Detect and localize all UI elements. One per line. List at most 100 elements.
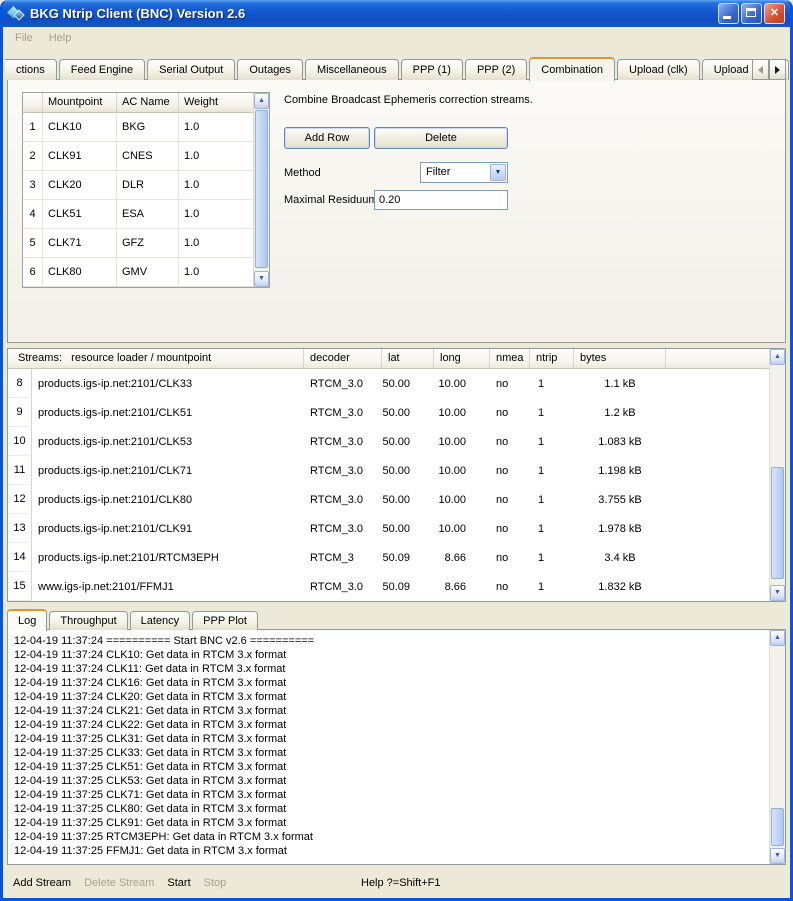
header-long[interactable]: long: [434, 349, 490, 368]
header-decoder[interactable]: decoder: [304, 349, 382, 368]
table-row[interactable]: 14products.igs-ip.net:2101/RTCM3EPHRTCM_…: [8, 543, 769, 572]
table-row[interactable]: 12products.igs-ip.net:2101/CLK80RTCM_3.0…: [8, 485, 769, 514]
tab-throughput[interactable]: Throughput: [49, 611, 127, 630]
log-text: 12-04-19 11:37:24 ========== Start BNC v…: [14, 634, 763, 861]
cell-mountpoint: products.igs-ip.net:2101/CLK91: [32, 514, 304, 543]
cell-mountpoint: products.igs-ip.net:2101/CLK51: [32, 398, 304, 427]
tab-ppp-plot[interactable]: PPP Plot: [192, 611, 258, 630]
header-ac-name[interactable]: AC Name: [117, 93, 179, 113]
row-number: 12: [8, 485, 32, 514]
log-line: 12-04-19 11:37:25 CLK91: Get data in RTC…: [14, 816, 763, 830]
tab-ppp-2[interactable]: PPP (2): [465, 59, 527, 80]
method-dropdown[interactable]: Filter ▼: [420, 162, 508, 183]
header-bytes[interactable]: bytes: [574, 349, 666, 368]
table-row[interactable]: 15www.igs-ip.net:2101/FFMJ1RTCM_3.050.09…: [8, 572, 769, 601]
cell-weight: 1.0: [179, 229, 253, 258]
scroll-up-button[interactable]: ▲: [770, 349, 785, 365]
title-bar[interactable]: BKG Ntrip Client (BNC) Version 2.6 ✕: [3, 0, 790, 27]
table-row[interactable]: 2CLK91CNES1.0: [23, 142, 253, 171]
tab-upload-clk[interactable]: Upload (clk): [617, 59, 700, 80]
table-row[interactable]: 13products.igs-ip.net:2101/CLK91RTCM_3.0…: [8, 514, 769, 543]
log-scrollbar[interactable]: ▲ ▼: [769, 630, 785, 864]
streams-scrollbar[interactable]: ▲ ▼: [769, 349, 785, 601]
bottom-tab-bar: LogThroughputLatencyPPP Plot: [7, 608, 260, 630]
log-line: 12-04-19 11:37:25 CLK33: Get data in RTC…: [14, 746, 763, 760]
tab-outages[interactable]: Outages: [237, 59, 303, 80]
table-row[interactable]: 4CLK51ESA1.0: [23, 200, 253, 229]
cell-long: 8.66: [434, 572, 490, 601]
scroll-down-button[interactable]: ▼: [770, 848, 785, 864]
row-number: 15: [8, 572, 32, 601]
cell-ac-name: ESA: [117, 200, 179, 229]
combination-table-scrollbar[interactable]: ▲ ▼: [253, 93, 269, 287]
table-row[interactable]: 1CLK10BKG1.0: [23, 113, 253, 142]
log-line: 12-04-19 11:37:24 CLK22: Get data in RTC…: [14, 718, 763, 732]
delete-button[interactable]: Delete: [374, 127, 508, 149]
table-row[interactable]: 10products.igs-ip.net:2101/CLK53RTCM_3.0…: [8, 427, 769, 456]
tab-serial-output[interactable]: Serial Output: [147, 59, 235, 80]
tab-log[interactable]: Log: [7, 609, 47, 631]
row-number: 9: [8, 398, 32, 427]
maximize-button[interactable]: [741, 3, 762, 24]
menu-file[interactable]: File: [7, 30, 41, 46]
tab-ppp-1[interactable]: PPP (1): [401, 59, 463, 80]
cell-weight: 1.0: [179, 200, 253, 229]
tab-latency[interactable]: Latency: [130, 611, 191, 630]
header-nmea[interactable]: nmea: [490, 349, 530, 368]
left-arrow-icon: [758, 66, 763, 74]
combination-table: Mountpoint AC Name Weight 1CLK10BKG1.02C…: [22, 92, 270, 288]
scroll-down-button[interactable]: ▼: [770, 585, 785, 601]
header-streams[interactable]: Streams: resource loader / mountpoint: [8, 349, 304, 368]
cell-bytes: 3.755 kB: [574, 485, 666, 514]
chevron-down-icon[interactable]: ▼: [490, 164, 506, 181]
table-row[interactable]: 6CLK80GMV1.0: [23, 258, 253, 287]
close-button[interactable]: ✕: [764, 3, 785, 24]
start-button[interactable]: Start: [167, 877, 190, 889]
header-corner[interactable]: [23, 93, 43, 113]
cell-mountpoint: CLK10: [43, 113, 117, 142]
scroll-thumb[interactable]: [771, 467, 784, 579]
stop-button[interactable]: Stop: [204, 877, 227, 889]
table-row[interactable]: 11products.igs-ip.net:2101/CLK71RTCM_3.0…: [8, 456, 769, 485]
cell-filler: [666, 398, 769, 427]
cell-ntrip: 1: [530, 369, 574, 398]
tab-miscellaneous[interactable]: Miscellaneous: [305, 59, 399, 80]
maximal-residuum-label: Maximal Residuum: [284, 194, 378, 206]
table-row[interactable]: 3CLK20DLR1.0: [23, 171, 253, 200]
tab-scroll-right-button[interactable]: [769, 59, 786, 80]
header-lat[interactable]: lat: [382, 349, 434, 368]
cell-filler: [666, 485, 769, 514]
scroll-thumb[interactable]: [255, 110, 268, 268]
add-stream-button[interactable]: Add Stream: [13, 877, 71, 889]
minimize-button[interactable]: [718, 3, 739, 24]
menu-help[interactable]: Help: [41, 30, 80, 46]
table-row[interactable]: 5CLK71GFZ1.0: [23, 229, 253, 258]
tab-scroll-arrows: [752, 59, 786, 80]
header-ntrip[interactable]: ntrip: [530, 349, 574, 368]
streams-table: Streams: resource loader / mountpoint de…: [7, 348, 786, 602]
scroll-up-button[interactable]: ▲: [770, 630, 785, 646]
table-row[interactable]: 8products.igs-ip.net:2101/CLK33RTCM_3.05…: [8, 369, 769, 398]
scroll-up-button[interactable]: ▲: [254, 93, 269, 109]
table-row[interactable]: 9products.igs-ip.net:2101/CLK51RTCM_3.05…: [8, 398, 769, 427]
cell-filler: [666, 369, 769, 398]
tab-combination[interactable]: Combination: [529, 57, 615, 81]
log-line: 12-04-19 11:37:24 CLK21: Get data in RTC…: [14, 704, 763, 718]
cell-ntrip: 1: [530, 398, 574, 427]
minimize-icon: [723, 16, 731, 19]
tab-ctions[interactable]: ctions: [5, 59, 57, 80]
tab-scroll-left-button[interactable]: [752, 59, 769, 80]
header-weight[interactable]: Weight: [179, 93, 253, 113]
maximal-residuum-input[interactable]: [374, 190, 508, 210]
add-row-button[interactable]: Add Row: [284, 127, 370, 149]
cell-mountpoint: products.igs-ip.net:2101/CLK71: [32, 456, 304, 485]
cell-mountpoint: CLK71: [43, 229, 117, 258]
header-mountpoint[interactable]: Mountpoint: [43, 93, 117, 113]
scroll-down-button[interactable]: ▼: [254, 271, 269, 287]
combination-panel: Mountpoint AC Name Weight 1CLK10BKG1.02C…: [7, 79, 786, 343]
delete-stream-button[interactable]: Delete Stream: [84, 877, 154, 889]
scroll-thumb[interactable]: [771, 808, 784, 846]
tab-feed-engine[interactable]: Feed Engine: [59, 59, 145, 80]
log-panel[interactable]: 12-04-19 11:37:24 ========== Start BNC v…: [7, 629, 786, 865]
row-number: 3: [23, 171, 43, 200]
